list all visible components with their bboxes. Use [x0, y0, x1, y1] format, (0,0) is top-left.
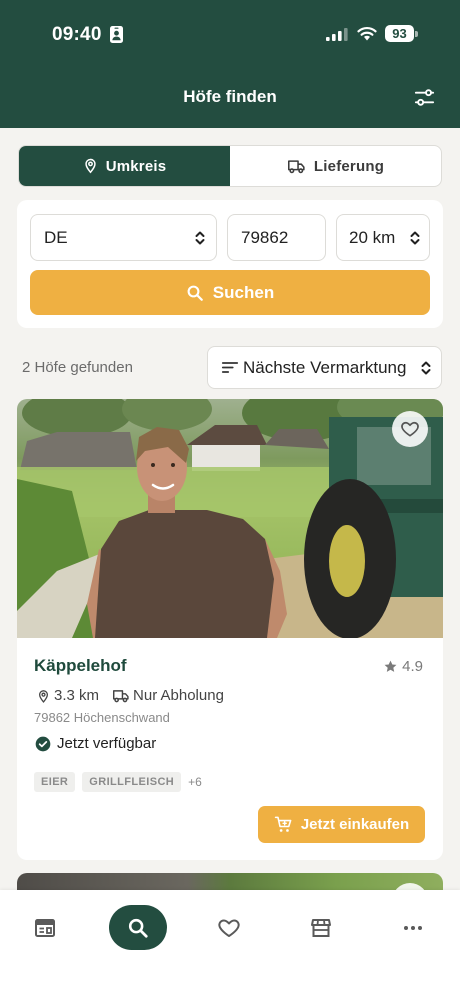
farm-name[interactable]: Käppelehof: [34, 656, 127, 676]
tab-umkreis-label: Umkreis: [105, 157, 167, 175]
farm-fulfillment: Nur Abholung: [133, 687, 224, 704]
availability-status: Jetzt verfügbar: [35, 735, 156, 753]
search-button-label: Suchen: [212, 282, 275, 302]
add-to-cart-icon: [274, 815, 293, 834]
chevron-up-down-icon: [409, 229, 421, 247]
nav-item-search[interactable]: [109, 905, 167, 950]
more-tags-count: +6: [188, 775, 202, 789]
farm-rating: 4.9: [383, 658, 423, 675]
tag: GRILLFLEISCH: [82, 772, 182, 792]
chevron-up-down-icon: [194, 229, 206, 247]
nav-item-news[interactable]: [16, 905, 74, 950]
tag: EIER: [34, 772, 76, 792]
status-time: 09:40: [52, 24, 102, 45]
nav-item-favorites[interactable]: [200, 905, 258, 950]
results-count: 2 Höfe gefunden: [22, 359, 133, 376]
postcode-value: 79862: [241, 228, 289, 247]
search-button[interactable]: Suchen: [30, 270, 430, 315]
sort-label: Nächste Vermarktung: [243, 358, 407, 377]
heart-icon: [217, 916, 241, 940]
nav-item-stores[interactable]: [292, 905, 350, 950]
newspaper-icon: [33, 916, 57, 940]
farm-distance: 3.3 km: [54, 687, 100, 704]
heart-icon: [400, 419, 420, 439]
wifi-icon: [357, 26, 377, 41]
tab-lieferung-label: Lieferung: [313, 157, 385, 175]
star-icon: [383, 659, 398, 674]
page-title: Höfe finden: [183, 87, 277, 106]
truck-icon: [287, 158, 306, 175]
location-pin-icon: [37, 689, 50, 704]
truck-icon: [112, 688, 130, 704]
photo-tractor-rim: [329, 525, 365, 597]
filter-sliders-icon[interactable]: [413, 86, 436, 109]
sort-lines-icon: [221, 360, 239, 375]
radius-select[interactable]: 20 km: [336, 214, 430, 261]
more-icon: [401, 916, 425, 940]
farm-card[interactable]: Käppelehof 4.9 3.3 km Nur Abholung 79862…: [17, 399, 443, 860]
app-screen: 09:40 93 Höfe finden Umkreis Lieferung D…: [0, 0, 460, 1000]
chevron-up-down-icon: [420, 359, 432, 377]
location-pin-icon: [83, 157, 98, 175]
sort-select[interactable]: Nächste Vermarktung: [207, 346, 442, 389]
photo-person-shirt: [95, 510, 274, 638]
battery-nub: [415, 31, 418, 37]
shop-now-label: Jetzt einkaufen: [300, 816, 410, 833]
top-bar: [0, 0, 460, 128]
product-tags: EIER GRILLFLEISCH +6: [34, 772, 202, 792]
farm-photo[interactable]: [17, 399, 443, 638]
battery-icon: 93: [385, 25, 414, 42]
check-circle-icon: [35, 736, 51, 752]
store-icon: [309, 916, 333, 940]
rating-value: 4.9: [402, 658, 423, 675]
farm-address: 79862 Höchenschwand: [34, 710, 170, 725]
radius-value: 20 km: [349, 228, 396, 247]
nav-item-more[interactable]: [384, 905, 442, 950]
search-mode-toggle: Umkreis Lieferung: [18, 145, 442, 187]
bottom-nav: [0, 890, 460, 1000]
postcode-input[interactable]: 79862: [227, 214, 326, 261]
search-form: DE 79862 20 km Suchen: [17, 200, 443, 328]
tab-lieferung[interactable]: Lieferung: [230, 146, 441, 186]
tab-umkreis[interactable]: Umkreis: [19, 146, 230, 186]
availability-label: Jetzt verfügbar: [57, 735, 157, 752]
search-icon: [127, 917, 149, 939]
search-icon: [186, 284, 204, 302]
farm-meta: 3.3 km Nur Abholung: [37, 687, 224, 705]
country-value: DE: [44, 228, 68, 247]
country-select[interactable]: DE: [30, 214, 217, 261]
signal-icon: [326, 28, 348, 41]
favorite-button[interactable]: [392, 411, 428, 447]
contact-card-icon: [110, 26, 123, 43]
shop-now-button[interactable]: Jetzt einkaufen: [258, 806, 425, 843]
